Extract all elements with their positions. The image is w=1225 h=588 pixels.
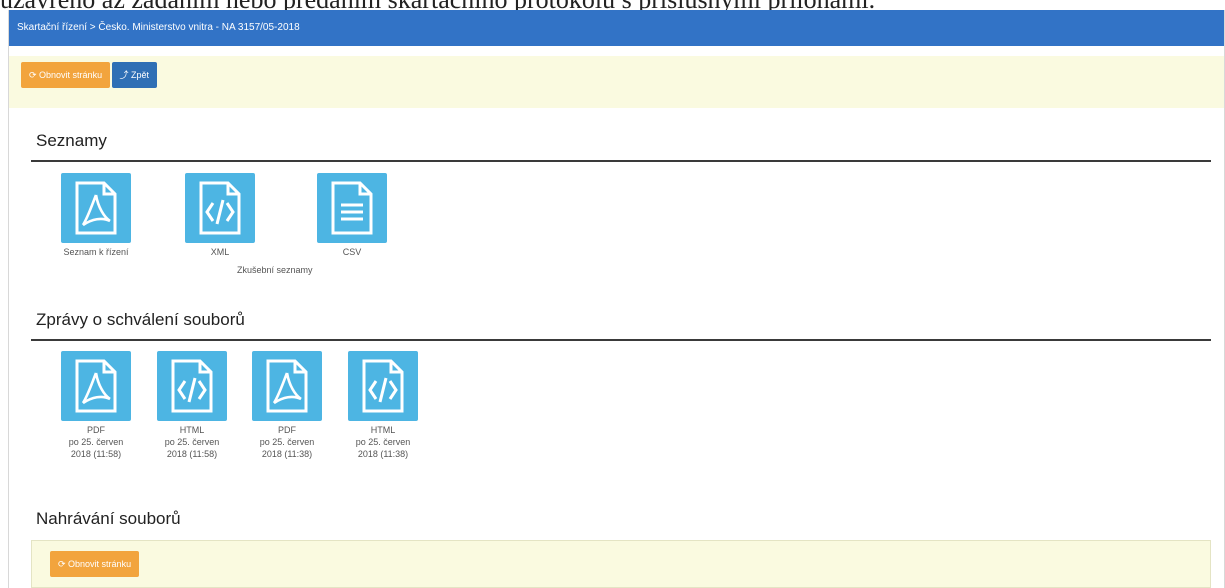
tile-label: XML <box>210 247 230 257</box>
report-html-tile[interactable]: HTML po 25. červen 2018 (11:58) <box>157 351 227 460</box>
seznam-xml-tile[interactable]: XML <box>185 173 255 258</box>
toolbar: ⟳ Obnovit stránku ⤴ Zpět <box>9 56 1224 108</box>
tile-label: PDF <box>278 425 296 435</box>
xml-icon <box>185 173 255 243</box>
tile-label: HTML <box>179 425 205 435</box>
report-pdf-tile[interactable]: PDF po 25. červen 2018 (11:58) <box>61 351 131 460</box>
upload-panel: ⟳ Obnovit stránku <box>31 540 1211 588</box>
breadcrumb: Skartační řízení > Česko. Ministerstvo v… <box>9 10 1224 46</box>
tile-date: po 25. červen 2018 (11:58) <box>164 437 220 459</box>
tile-date: po 25. červen 2018 (11:38) <box>259 437 315 459</box>
html-icon <box>157 351 227 421</box>
seznam-pdf-tile[interactable]: Seznam k řízení <box>61 173 131 258</box>
pdf-icon <box>61 173 131 243</box>
seznam-csv-tile[interactable]: CSV <box>317 173 387 258</box>
csv-icon <box>317 173 387 243</box>
section-divider <box>31 160 1211 162</box>
tile-label: Seznam k řízení <box>63 247 129 257</box>
report-pdf-tile[interactable]: PDF po 25. červen 2018 (11:38) <box>252 351 322 460</box>
section-divider <box>31 339 1211 341</box>
report-html-tile[interactable]: HTML po 25. červen 2018 (11:38) <box>348 351 418 460</box>
tile-date: po 25. červen 2018 (11:38) <box>355 437 411 459</box>
refresh-page-button[interactable]: ⟳ Obnovit stránku <box>21 62 111 88</box>
test-lists-caption: Zkušební seznamy <box>237 265 313 275</box>
html-icon <box>348 351 418 421</box>
section-title-seznamy: Seznamy <box>36 131 107 150</box>
pdf-icon <box>61 351 131 421</box>
section-title-nahravani: Nahrávání souborů <box>36 509 181 528</box>
back-button[interactable]: ⤴ Zpět <box>111 62 158 88</box>
tile-date: po 25. červen 2018 (11:58) <box>68 437 124 459</box>
app-frame: Skartační řízení > Česko. Ministerstvo v… <box>8 10 1225 588</box>
tile-label: CSV <box>342 247 362 257</box>
tile-label: PDF <box>87 425 105 435</box>
pdf-icon <box>252 351 322 421</box>
tile-label: HTML <box>370 425 396 435</box>
section-title-zpravy: Zprávy o schválení souborů <box>36 310 245 329</box>
upload-refresh-button[interactable]: ⟳ Obnovit stránku <box>50 551 140 577</box>
